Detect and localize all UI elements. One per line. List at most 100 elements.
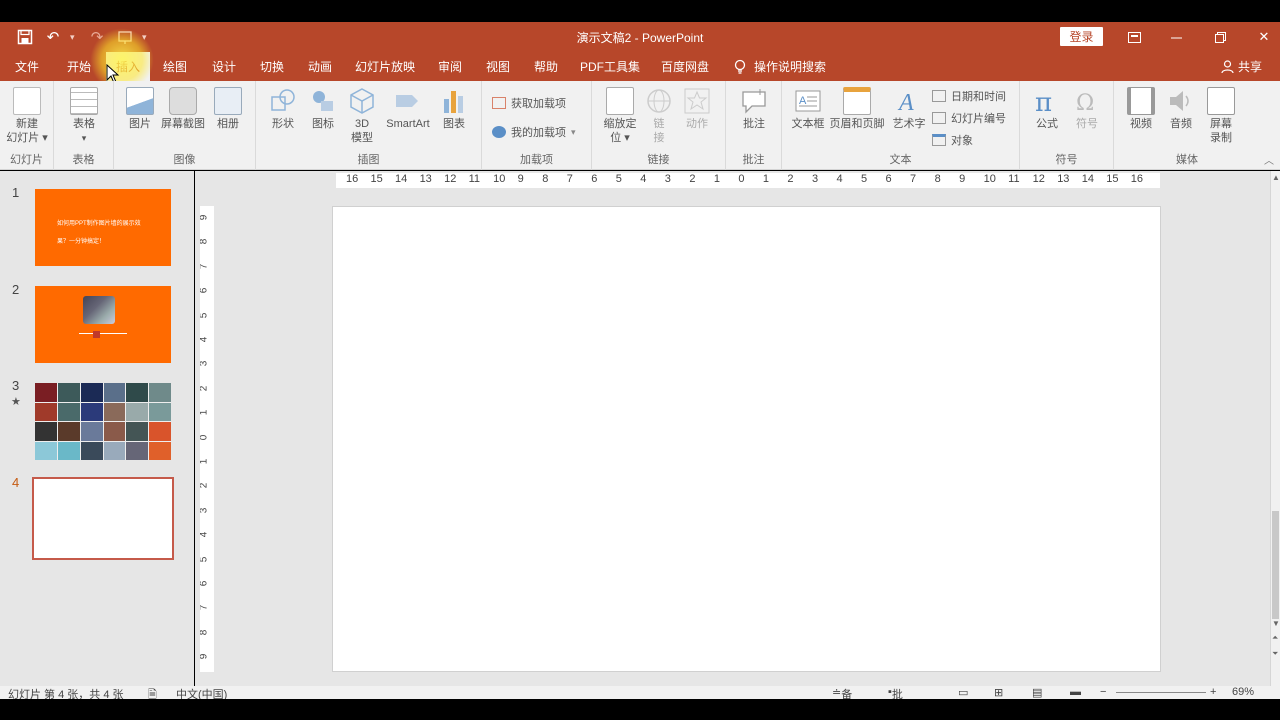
ruler-tick-label: 15 bbox=[1106, 173, 1119, 185]
zoom-button[interactable]: 缩放定 位 ▾ bbox=[600, 87, 640, 145]
symbol-button[interactable]: Ω 符号 bbox=[1072, 87, 1102, 131]
slide-thumbnail-1[interactable]: 如何用PPT制作图片墙的展示效 果？一分钟搞定！ bbox=[35, 189, 171, 266]
ruler-tick-label: 10 bbox=[983, 173, 996, 185]
ruler-tick-label: 0 bbox=[738, 173, 745, 185]
login-button[interactable]: 登录 bbox=[1060, 27, 1103, 46]
star-icon bbox=[684, 88, 710, 114]
shapes-button[interactable]: 形状 bbox=[268, 87, 298, 131]
svg-text:π: π bbox=[1035, 88, 1052, 115]
smartart-icon bbox=[396, 95, 418, 107]
ruler-tick-label: 16 bbox=[346, 173, 359, 185]
object-button[interactable]: 对象 bbox=[932, 132, 973, 148]
slideshow-view-icon[interactable]: ▬ bbox=[1070, 686, 1081, 698]
video-button[interactable]: 视频 bbox=[1126, 87, 1156, 131]
normal-view-icon[interactable]: ▭ bbox=[958, 686, 968, 699]
tab-draw[interactable]: 绘图 bbox=[154, 52, 196, 81]
pi-icon: π bbox=[1035, 88, 1052, 115]
slide-thumbnail-2[interactable] bbox=[35, 286, 171, 363]
ruler-tick-label: 4 bbox=[640, 173, 647, 185]
tab-transitions[interactable]: 切换 bbox=[251, 52, 293, 81]
slide-sorter-icon[interactable]: ⊞ bbox=[994, 686, 1003, 699]
ruler-tick-label: 3 bbox=[811, 173, 819, 185]
ruler-tick-label: 15 bbox=[370, 173, 383, 185]
zoom-level[interactable]: 69% bbox=[1232, 686, 1254, 698]
pictures-button[interactable]: 图片 bbox=[124, 87, 156, 131]
slide-number-button[interactable]: 幻灯片编号 bbox=[932, 110, 1006, 126]
icons-button[interactable]: 图标 bbox=[308, 87, 338, 131]
scroll-down-icon[interactable]: ▼ bbox=[1272, 619, 1280, 628]
camera-icon bbox=[169, 87, 197, 115]
object-icon bbox=[932, 134, 946, 146]
screen-record-icon bbox=[1207, 87, 1235, 115]
minimize-icon[interactable] bbox=[1164, 27, 1188, 47]
my-addins-button[interactable]: 我的加载项 ▾ bbox=[492, 124, 576, 140]
omega-icon: Ω bbox=[1076, 91, 1094, 115]
new-slide-button[interactable]: 新建 幻灯片 ▾ bbox=[6, 87, 48, 145]
undo-dropdown-icon[interactable]: ▾ bbox=[70, 32, 80, 43]
group-slides: 新建 幻灯片 ▾ 幻灯片 bbox=[0, 81, 54, 170]
ribbon-display-options-icon[interactable] bbox=[1122, 27, 1146, 47]
undo-icon[interactable]: ↶ bbox=[42, 26, 64, 48]
picture-icon bbox=[126, 87, 154, 115]
zoom-slider[interactable] bbox=[1116, 692, 1206, 693]
shapes-icon bbox=[271, 89, 295, 111]
accessibility-icon[interactable]: 🗎 bbox=[148, 686, 157, 699]
ruler-tick-label: 2 bbox=[787, 173, 794, 185]
notes-toggle[interactable]: ≐ 备注 bbox=[832, 686, 852, 699]
scrollbar-thumb[interactable] bbox=[1272, 511, 1279, 619]
tab-baidu-netdisk[interactable]: 百度网盘 bbox=[654, 52, 716, 81]
equation-button[interactable]: π 公式 bbox=[1032, 87, 1062, 131]
previous-slide-icon[interactable]: ⏶ bbox=[1272, 633, 1278, 643]
ruler-tick-label: 1 bbox=[200, 410, 209, 416]
slide-thumbnail-4-selected[interactable] bbox=[32, 477, 174, 560]
header-footer-button[interactable]: 页眉和页脚 bbox=[828, 87, 886, 131]
comments-toggle[interactable]: ▪ 批注 bbox=[888, 686, 903, 699]
vertical-scrollbar[interactable]: ▲ ▼ ⏶ ⏷ bbox=[1270, 171, 1280, 686]
wordart-button[interactable]: A 艺术字 bbox=[890, 87, 928, 131]
save-icon[interactable] bbox=[14, 26, 36, 48]
date-time-button[interactable]: 日期和时间 bbox=[932, 88, 1006, 104]
comment-button[interactable]: 批注 bbox=[738, 87, 770, 131]
ruler-tick-label: 8 bbox=[200, 239, 209, 245]
next-slide-icon[interactable]: ⏷ bbox=[1272, 649, 1278, 659]
tab-animations[interactable]: 动画 bbox=[299, 52, 341, 81]
textbox-button[interactable]: A 文本框 bbox=[790, 87, 826, 131]
action-button[interactable]: 动作 bbox=[680, 87, 714, 131]
wordart-icon: A bbox=[897, 90, 914, 115]
tab-help[interactable]: 帮助 bbox=[525, 52, 567, 81]
lightbulb-icon bbox=[734, 59, 746, 74]
share-button[interactable]: 共享 bbox=[1221, 52, 1262, 81]
ruler-tick-label: 2 bbox=[689, 173, 696, 185]
slide-thumbnail-3[interactable] bbox=[35, 383, 171, 460]
ruler-tick-label: 13 bbox=[419, 173, 432, 185]
tell-me-search[interactable]: 操作说明搜索 bbox=[734, 52, 826, 81]
photo-album-button[interactable]: 相册 bbox=[212, 87, 244, 131]
table-button[interactable]: 表格 ▾ bbox=[64, 87, 104, 145]
audio-button[interactable]: 音频 bbox=[1166, 87, 1196, 131]
tab-review[interactable]: 审阅 bbox=[429, 52, 471, 81]
svg-text:Ω: Ω bbox=[1076, 91, 1094, 115]
collapse-ribbon-icon[interactable]: ︿ bbox=[1264, 152, 1274, 167]
close-icon[interactable]: ✕ bbox=[1252, 27, 1276, 47]
tab-slideshow[interactable]: 幻灯片放映 bbox=[350, 52, 420, 81]
link-button[interactable]: 链 接 bbox=[644, 87, 674, 145]
tab-design[interactable]: 设计 bbox=[203, 52, 245, 81]
zoom-in-icon[interactable]: + bbox=[1210, 686, 1216, 698]
ruler-tick-label: 2 bbox=[200, 386, 209, 392]
addins-icon bbox=[492, 126, 506, 138]
get-addins-button[interactable]: 获取加载项 bbox=[492, 95, 566, 111]
tab-pdf-tools[interactable]: PDF工具集 bbox=[576, 52, 644, 81]
tab-file[interactable]: 文件 bbox=[6, 52, 48, 81]
screen-recording-button[interactable]: 屏幕 录制 bbox=[1204, 87, 1238, 145]
smartart-button[interactable]: SmartArt bbox=[382, 87, 434, 131]
tab-view[interactable]: 视图 bbox=[477, 52, 519, 81]
current-slide-canvas[interactable] bbox=[332, 206, 1161, 672]
language-status[interactable]: 中文(中国) bbox=[176, 686, 227, 699]
restore-icon[interactable] bbox=[1208, 27, 1232, 47]
chart-button[interactable]: 图表 bbox=[438, 87, 470, 131]
scroll-up-icon[interactable]: ▲ bbox=[1272, 173, 1280, 182]
reading-view-icon[interactable]: ▤ bbox=[1032, 686, 1042, 699]
screenshot-button[interactable]: 屏幕截图 bbox=[160, 87, 206, 131]
zoom-out-icon[interactable]: − bbox=[1100, 686, 1106, 698]
3d-models-button[interactable]: 3D 模型 bbox=[346, 87, 378, 145]
